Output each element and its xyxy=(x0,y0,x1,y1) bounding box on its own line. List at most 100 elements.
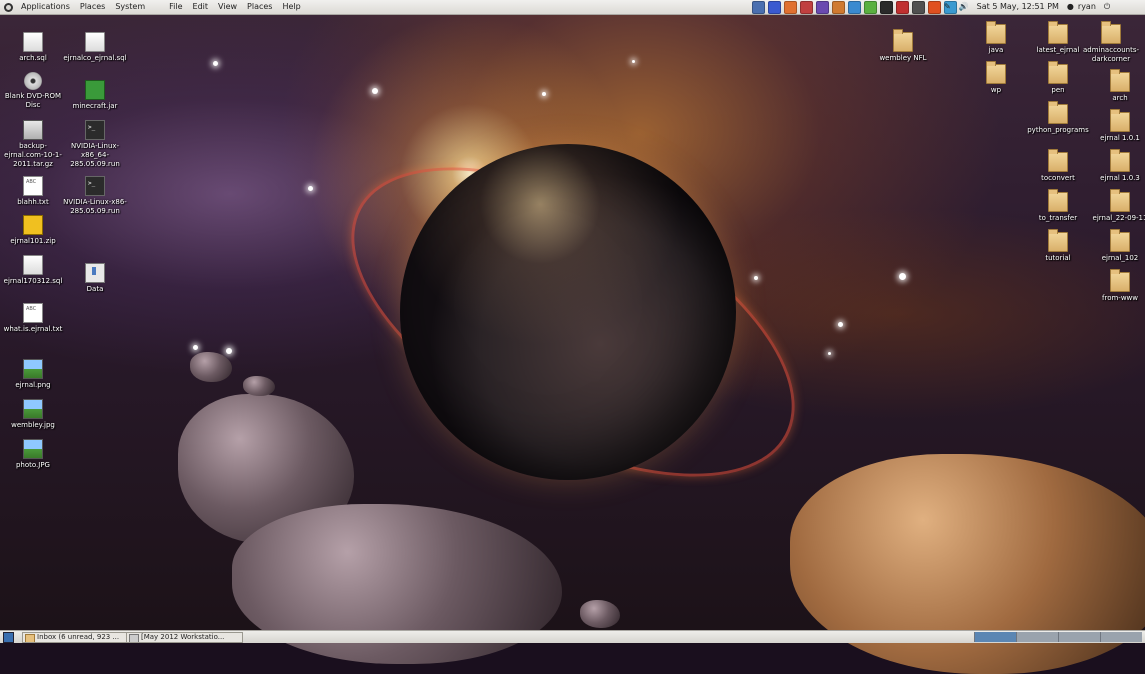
desktop-icon-label: photo.JPG xyxy=(15,461,50,469)
desktop-icon-label: python_programs xyxy=(1027,126,1089,134)
desktop-icon[interactable]: blahh.txt xyxy=(0,176,66,207)
star xyxy=(828,352,831,355)
desktop-icon[interactable]: java xyxy=(963,21,1029,55)
launcher-icon[interactable] xyxy=(912,1,925,14)
star xyxy=(213,61,218,66)
desktop-icon-label: NVIDIA-Linux-x86_64-285.05.09.run xyxy=(70,142,120,168)
desktop-icon[interactable]: ejrnal 1.0.3 xyxy=(1087,149,1145,183)
workspace-4[interactable] xyxy=(1100,632,1142,642)
launcher-icon[interactable] xyxy=(880,1,893,14)
desktop-icon[interactable]: tutorial xyxy=(1025,229,1091,263)
desktop-icon-label: wembley.jpg xyxy=(11,421,55,429)
volume-icon[interactable]: 🔊 xyxy=(959,0,969,14)
launcher-icon[interactable] xyxy=(896,1,909,14)
desktop-icon[interactable]: ejrnal101.zip xyxy=(0,215,66,246)
text-file-icon xyxy=(23,303,43,323)
planet xyxy=(400,144,736,480)
desktop-icon[interactable]: what.is.ejrnal.txt xyxy=(0,303,66,334)
star xyxy=(308,186,313,191)
desktop-icon[interactable]: arch.sql xyxy=(0,32,66,63)
launcher-icon[interactable] xyxy=(784,1,797,14)
desktop-icon-label: Blank DVD-ROM Disc xyxy=(4,92,62,109)
pen-icon[interactable]: ✎ xyxy=(944,0,951,14)
task-label: Inbox (6 unread, 923 ... xyxy=(37,633,120,641)
desktop-icon[interactable]: from-www xyxy=(1087,269,1145,303)
ubuntu-logo-icon[interactable] xyxy=(4,2,13,12)
desktop-icon[interactable]: toconvert xyxy=(1025,149,1091,183)
jar-icon xyxy=(85,80,105,100)
launcher-icon[interactable] xyxy=(768,1,781,14)
folder-icon xyxy=(1048,21,1068,44)
launcher-icon[interactable] xyxy=(864,1,877,14)
disc-icon xyxy=(24,72,42,90)
menu-applications[interactable]: Applications xyxy=(16,0,75,14)
menu-file[interactable]: File xyxy=(164,0,187,14)
launcher-icon[interactable] xyxy=(800,1,813,14)
folder-icon xyxy=(1048,101,1068,124)
desktop-icon-label: wembley NFL xyxy=(879,54,927,62)
desktop-icon[interactable]: arch xyxy=(1087,69,1145,103)
launcher-icons xyxy=(752,1,960,14)
asteroid xyxy=(580,600,620,628)
workspace-1[interactable] xyxy=(974,632,1016,642)
user-name[interactable]: ryan xyxy=(1078,0,1096,14)
image-icon xyxy=(23,439,43,459)
power-icon[interactable]: ⏻ xyxy=(1104,0,1110,14)
desktop-icon[interactable]: backup-ejrnal.com-10-1-2011.tar.gz xyxy=(0,120,66,169)
desktop-wallpaper xyxy=(0,14,1145,674)
zip-icon xyxy=(23,215,43,235)
folder-icon xyxy=(1110,149,1130,172)
taskbar-item-inbox[interactable]: Inbox (6 unread, 923 ... xyxy=(22,632,139,643)
desktop-icon[interactable]: python_programs xyxy=(1025,101,1091,135)
image-icon xyxy=(23,359,43,379)
desktop-icon[interactable]: ejrnal_102 xyxy=(1087,229,1145,263)
desktop-icon[interactable]: to_transfer xyxy=(1025,189,1091,223)
desktop-icon[interactable]: NVIDIA-Linux-x86_64-285.05.09.run xyxy=(62,120,128,169)
workspace-2[interactable] xyxy=(1016,632,1058,642)
desktop-icon[interactable]: wp xyxy=(963,61,1029,95)
taskbar-item-workstation[interactable]: [May 2012 Workstatio... xyxy=(126,632,243,643)
desktop-icon[interactable]: wembley.jpg xyxy=(0,399,66,430)
launcher-icon[interactable] xyxy=(848,1,861,14)
desktop-icon[interactable]: ejrnal.png xyxy=(0,359,66,390)
desktop-icon[interactable]: adminaccounts-darkcorner xyxy=(1078,21,1144,64)
star xyxy=(899,273,906,280)
menu-system[interactable]: System xyxy=(110,0,150,14)
desktop-icon[interactable]: Data xyxy=(62,263,128,294)
desktop-icon[interactable]: photo.JPG xyxy=(0,439,66,470)
desktop-icon[interactable]: ejrnal170312.sql xyxy=(0,255,66,286)
menu-edit[interactable]: Edit xyxy=(188,0,214,14)
launcher-icon[interactable] xyxy=(752,1,765,14)
desktop-icon[interactable]: pen xyxy=(1025,61,1091,95)
clock[interactable]: Sat 5 May, 12:51 PM xyxy=(977,0,1059,14)
desktop-icon[interactable]: ejrnal_22-09-11 xyxy=(1087,189,1145,223)
workspace-3[interactable] xyxy=(1058,632,1100,642)
menu-help[interactable]: Help xyxy=(277,0,305,14)
desktop-icon[interactable]: Blank DVD-ROM Disc xyxy=(0,72,66,110)
task-label: [May 2012 Workstatio... xyxy=(141,633,225,641)
document-icon xyxy=(23,32,43,52)
system-tray: ✎ 🔊 Sat 5 May, 12:51 PM ● ryan ⏻ xyxy=(944,0,1118,14)
desktop-icon[interactable]: ejrnal 1.0.1 xyxy=(1087,109,1145,143)
launcher-icon[interactable] xyxy=(832,1,845,14)
desktop-icon[interactable]: wembley NFL xyxy=(870,29,936,63)
menu-places-app[interactable]: Places xyxy=(242,0,277,14)
desktop-icon-label: NVIDIA-Linux-x86-285.05.09.run xyxy=(63,198,127,215)
asteroid xyxy=(190,352,232,382)
folder-icon xyxy=(893,29,913,52)
terminal-icon xyxy=(85,120,105,140)
launcher-icon[interactable] xyxy=(928,1,941,14)
menu-places[interactable]: Places xyxy=(75,0,110,14)
desktop-icon-label: backup-ejrnal.com-10-1-2011.tar.gz xyxy=(4,142,62,168)
launcher-icon[interactable] xyxy=(816,1,829,14)
star xyxy=(372,88,378,94)
desktop-icon[interactable]: minecraft.jar xyxy=(62,80,128,111)
folder-icon xyxy=(986,21,1006,44)
desktop-icon-label: blahh.txt xyxy=(17,198,49,206)
folder-icon xyxy=(986,61,1006,84)
desktop-icon[interactable]: ejrnalco_ejrnal.sql xyxy=(62,32,128,63)
desktop-icon[interactable]: NVIDIA-Linux-x86-285.05.09.run xyxy=(62,176,128,216)
show-desktop-icon[interactable] xyxy=(3,632,14,643)
menu-view[interactable]: View xyxy=(213,0,242,14)
desktop-icon-label: to_transfer xyxy=(1038,214,1078,222)
